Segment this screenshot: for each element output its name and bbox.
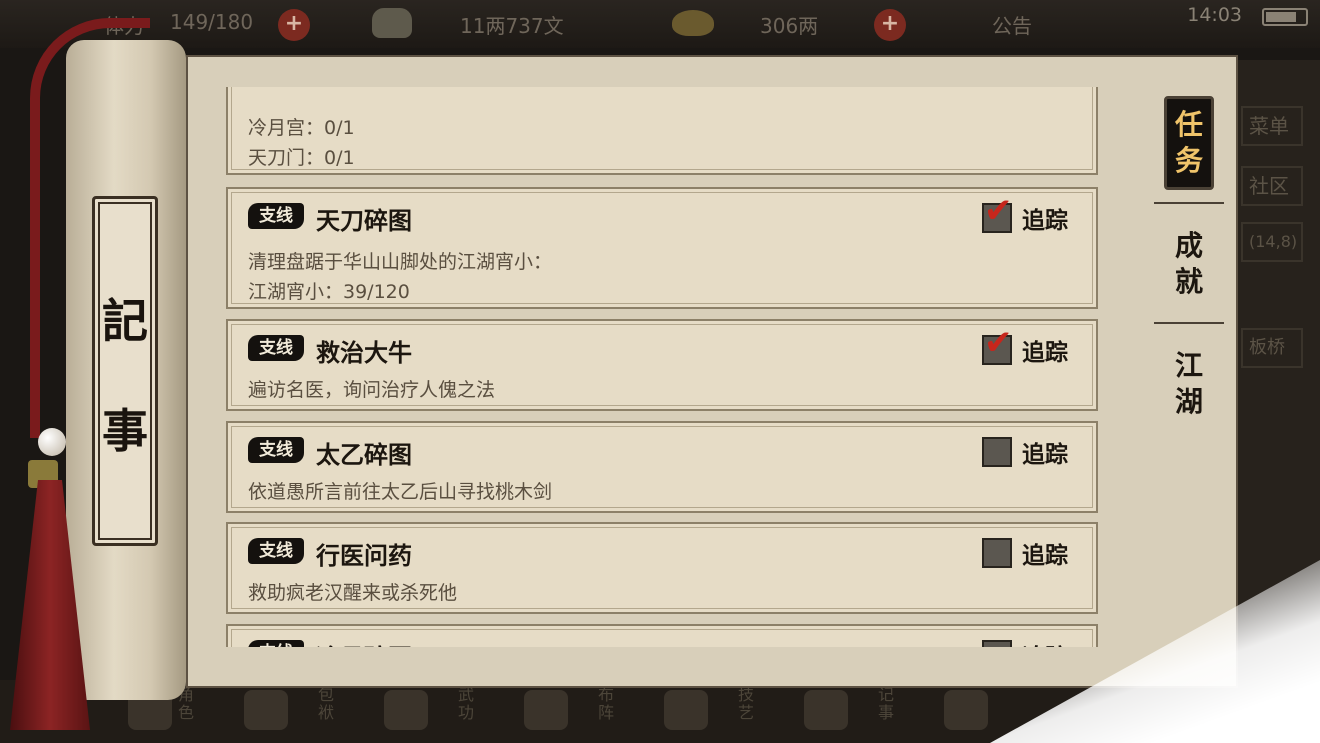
quest-progress-line: 天刀门：0/1: [248, 147, 355, 169]
side-quest-tag: 支线: [248, 538, 304, 564]
quest-description: 遍访名医，询问治疗人傀之法: [248, 379, 496, 401]
stamina-value: 149/180: [170, 10, 254, 34]
skills-icon[interactable]: [664, 690, 708, 730]
quest-title: 天刀碎图: [316, 207, 412, 235]
place-name: 板桥: [1241, 328, 1303, 368]
martial-arts-icon[interactable]: [384, 690, 428, 730]
side-quest-tag: 支线: [248, 640, 304, 647]
journal-title: 記 事: [92, 196, 158, 546]
checkmark-icon: ✔: [984, 323, 1013, 363]
track-checkbox[interactable]: [982, 538, 1012, 568]
add-silver-button[interactable]: +: [874, 9, 906, 41]
bag-icon[interactable]: [244, 690, 288, 730]
quest-card[interactable]: 支线 天刀碎图 清理盘踞于华山山脚处的江湖宵小： 江湖宵小：39/120 ✔ 追…: [226, 187, 1098, 309]
quest-card[interactable]: 支线 行医问药 救助疯老汉醒来或杀死他 追踪: [226, 522, 1098, 614]
silver-ingot-icon: [672, 10, 714, 36]
notice-button[interactable]: 公告: [992, 10, 1032, 39]
track-checkbox[interactable]: [982, 437, 1012, 467]
track-label: 追踪: [1022, 543, 1068, 569]
quest-description: 救助疯老汉醒来或杀死他: [248, 582, 458, 604]
track-label: 追踪: [1022, 638, 1068, 647]
quest-description: 清理盘踞于华山山脚处的江湖宵小：: [248, 251, 553, 273]
track-label: 追踪: [1022, 442, 1068, 468]
track-label: 追踪: [1022, 340, 1068, 366]
tab-divider: [1154, 322, 1224, 324]
nav-skills[interactable]: 技艺: [738, 686, 764, 722]
nav-martial-arts[interactable]: 武功: [458, 686, 484, 722]
side-quest-tag: 支线: [248, 335, 304, 361]
tab-achievements[interactable]: 成 就: [1164, 228, 1214, 300]
side-quest-tag: 支线: [248, 437, 304, 463]
track-label: 追踪: [1022, 208, 1068, 234]
community-button[interactable]: 社区: [1241, 166, 1303, 206]
menu-button[interactable]: 菜单: [1241, 106, 1303, 146]
checkmark-icon: ✔: [984, 191, 1013, 231]
copper-value: 11两737文: [460, 14, 564, 38]
quest-card[interactable]: 支线 救治大牛 遍访名医，询问治疗人傀之法 ✔ 追踪: [226, 319, 1098, 411]
battery-icon: [1262, 8, 1308, 26]
tab-divider: [1154, 202, 1224, 204]
formation-icon[interactable]: [524, 690, 568, 730]
tab-quests-label-2: 务: [1174, 144, 1203, 177]
quest-title: 行医问药: [316, 542, 412, 570]
tab-quests-label-1: 任: [1174, 108, 1203, 141]
tab-jianghu-label-2: 湖: [1174, 385, 1203, 418]
quest-journal-panel: 冷月宫：0/1 天刀门：0/1 支线 天刀碎图 清理盘踞于华山山脚处的江湖宵小：…: [186, 55, 1238, 688]
add-stamina-button[interactable]: +: [278, 9, 310, 41]
quest-title: 太乙碎图: [316, 441, 412, 469]
quest-card[interactable]: 支线 冷月碎图 追踪: [226, 624, 1098, 647]
tab-jianghu-label-1: 江: [1174, 349, 1203, 382]
track-checkbox[interactable]: [982, 640, 1012, 647]
journal-icon[interactable]: [804, 690, 848, 730]
quest-description: 依道愚所言前往太乙后山寻找桃木剑: [248, 481, 553, 503]
journal-tabs: 任 务 成 就 江 湖: [1148, 92, 1228, 652]
quest-card[interactable]: 支线 太乙碎图 依道愚所言前往太乙后山寻找桃木剑 追踪: [226, 421, 1098, 513]
quest-card-partial[interactable]: 冷月宫：0/1 天刀门：0/1: [226, 87, 1098, 175]
jade-bead-icon: [38, 428, 66, 456]
tab-quests[interactable]: 任 务: [1164, 96, 1214, 190]
top-status-bar: 体力 149/180 + 11两737文 306两 + 公告 14:03: [0, 0, 1320, 48]
quest-title: 救治大牛: [316, 339, 412, 367]
side-quest-tag: 支线: [248, 203, 304, 229]
tab-achievements-label-1: 成: [1174, 229, 1203, 262]
quest-progress-line: 冷月宫：0/1: [248, 117, 355, 139]
tab-achievements-label-2: 就: [1174, 265, 1203, 298]
quest-list[interactable]: 冷月宫：0/1 天刀门：0/1 支线 天刀碎图 清理盘踞于华山山脚处的江湖宵小：…: [226, 87, 1098, 647]
tab-jianghu[interactable]: 江 湖: [1164, 348, 1214, 420]
nav-bag[interactable]: 包袱: [318, 686, 344, 722]
nav-journal[interactable]: 记事: [878, 686, 904, 722]
journal-title-char-2: 事: [102, 404, 148, 458]
quest-title: 冷月碎图: [316, 638, 412, 647]
map-coords: (14,8): [1241, 222, 1303, 262]
quest-progress: 江湖宵小：39/120: [248, 281, 410, 303]
copper-coin-icon: [372, 8, 412, 38]
journal-title-char-1: 記: [102, 294, 148, 348]
map-icon[interactable]: [944, 690, 988, 730]
clock: 14:03: [1187, 4, 1242, 26]
nav-formation[interactable]: 布阵: [598, 686, 624, 722]
silver-value: 306两: [760, 14, 819, 38]
